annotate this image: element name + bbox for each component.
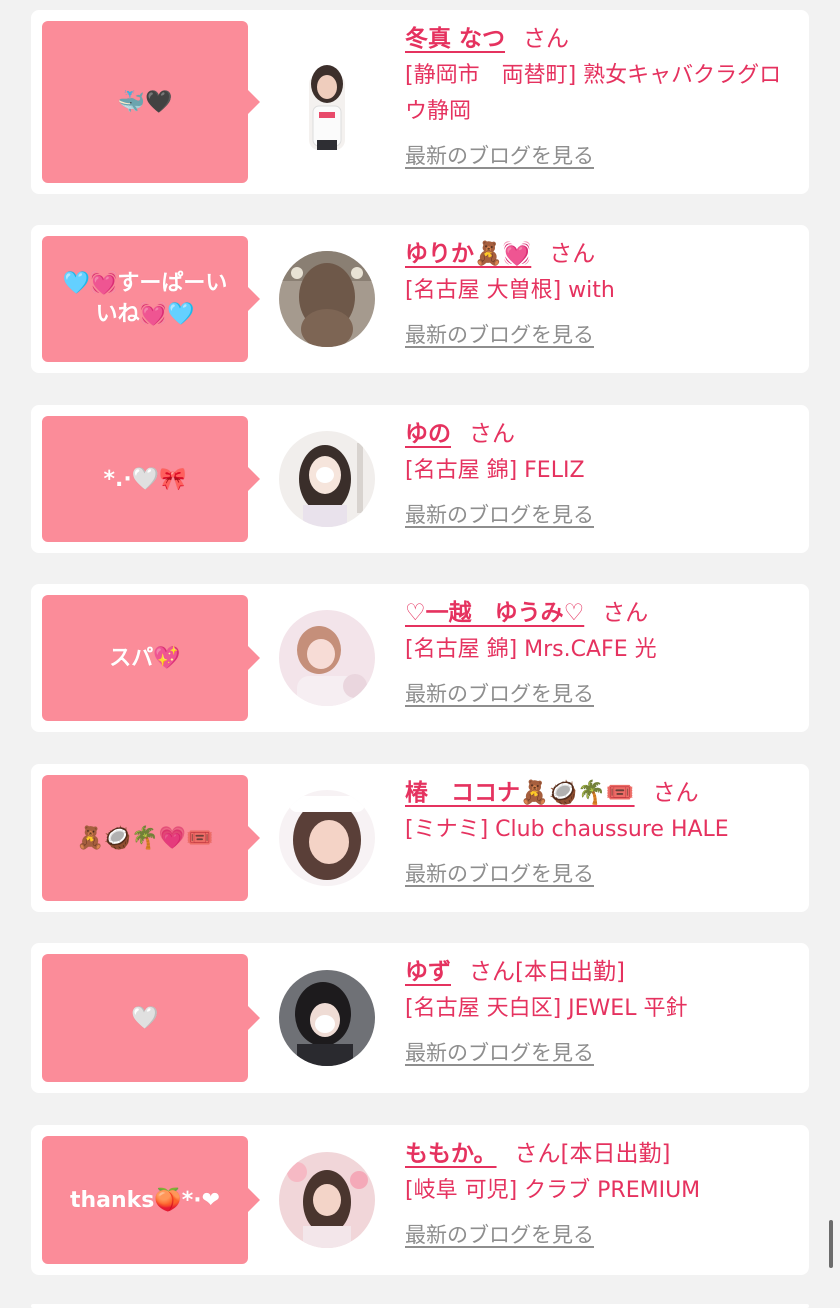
avatar-photo	[279, 790, 375, 886]
honorific: さん[本日出勤]	[469, 959, 625, 985]
honorific: さん	[549, 241, 596, 267]
avatar-photo	[279, 54, 375, 150]
entry-info: ももか。 さん[本日出勤] [岐阜 可児] クラブ PREMIUM 最新のブログを…	[405, 1139, 797, 1249]
name-row: 冬真 なつ さん	[405, 24, 797, 54]
list-item: スパ💖 ♡一越 ゆうみ♡ さん [名古屋 錦] Mrs.CAFE 光 最新のブログ…	[31, 584, 809, 732]
avatar-photo	[279, 1152, 375, 1248]
shop-info: [名古屋 天白区] JEWEL 平針	[405, 996, 688, 1021]
scrollbar[interactable]	[829, 1220, 833, 1268]
comment-text: thanks🍑*·❤	[69, 1187, 221, 1213]
entry-info: ゆの さん [名古屋 錦] FELIZ 最新のブログを見る	[405, 419, 797, 529]
avatar-photo	[279, 610, 375, 706]
avatar-photo	[279, 431, 375, 527]
comment-text: スパ💖	[109, 645, 181, 671]
shop-info: [岐阜 可児] クラブ PREMIUM	[405, 1178, 701, 1203]
comment-bubble: thanks🍑*·❤	[42, 1136, 260, 1264]
latest-blog-link[interactable]: 最新のブログを見る	[405, 1037, 594, 1067]
honorific: さん	[523, 26, 570, 52]
shop-info: [名古屋 大曽根] with	[405, 278, 615, 303]
entry-info: 冬真 なつ さん [静岡市 両替町] 熟女キャバクラグロウ静岡 最新のブログを見る	[405, 24, 797, 170]
list-item: 🩵💓すーぱーいいね💓🩵 ゆりか🧸💓 さん [名古屋 大曽根] with 最新のブロ…	[31, 225, 809, 373]
honorific: さん[本日出勤]	[514, 1141, 671, 1167]
cast-name-link[interactable]: ももか。	[405, 1141, 497, 1167]
comment-bubble: 🤍	[42, 954, 260, 1082]
cast-name-link[interactable]: 椿 ココナ🧸🥥🌴🎟️	[405, 780, 635, 806]
latest-blog-link[interactable]: 最新のブログを見る	[405, 499, 594, 529]
list-item: 🐳🖤 冬真 なつ さん [静岡市 両替町] 熟女キャバクラグロウ静岡 最新のブログ…	[31, 10, 809, 194]
avatar-photo	[279, 251, 375, 347]
latest-blog-link[interactable]: 最新のブログを見る	[405, 140, 594, 170]
entry-info: 椿 ココナ🧸🥥🌴🎟️ さん [ミナミ] Club chaussure HALE 最…	[405, 778, 797, 888]
latest-blog-link[interactable]: 最新のブログを見る	[405, 1219, 594, 1249]
avatar[interactable]	[279, 251, 375, 347]
avatar[interactable]	[279, 54, 375, 150]
avatar[interactable]	[279, 610, 375, 706]
list-item: 🧸🥥🌴💗🎟️ 椿 ココナ🧸🥥🌴🎟️ さん [ミナミ] Club chaussure…	[31, 764, 809, 912]
honorific: さん	[602, 600, 649, 626]
latest-blog-link[interactable]: 最新のブログを見る	[405, 678, 594, 708]
comment-bubble: *.·🤍🎀	[42, 416, 260, 542]
avatar[interactable]	[279, 431, 375, 527]
entry-info: ゆず さん[本日出勤] [名古屋 天白区] JEWEL 平針 最新のブログを見る	[405, 957, 797, 1067]
name-row: 椿 ココナ🧸🥥🌴🎟️ さん	[405, 778, 797, 808]
cast-name-link[interactable]: ゆの	[405, 421, 451, 447]
comment-bubble: 🐳🖤	[42, 21, 260, 183]
comment-bubble: 🧸🥥🌴💗🎟️	[42, 775, 260, 901]
cast-name-link[interactable]: ♡一越 ゆうみ♡	[405, 600, 584, 626]
avatar[interactable]	[279, 790, 375, 886]
shop-info: [ミナミ] Club chaussure HALE	[405, 817, 729, 842]
list-item-partial	[31, 1304, 809, 1308]
avatar[interactable]	[279, 1152, 375, 1248]
latest-blog-link[interactable]: 最新のブログを見る	[405, 858, 594, 888]
latest-blog-link[interactable]: 最新のブログを見る	[405, 319, 594, 349]
list-item: thanks🍑*·❤ ももか。 さん[本日出勤] [岐阜 可児] クラブ PREM…	[31, 1125, 809, 1275]
comment-text: 🩵💓すーぱーいいね💓🩵	[62, 271, 228, 327]
list-item: 🤍 ゆず さん[本日出勤] [名古屋 天白区] JEWEL 平針 最新のブログを見…	[31, 943, 809, 1093]
cast-name-link[interactable]: ゆりか🧸💓	[405, 241, 531, 267]
comment-bubble: スパ💖	[42, 595, 260, 721]
entry-info: ゆりか🧸💓 さん [名古屋 大曽根] with 最新のブログを見る	[405, 239, 797, 349]
name-row: ♡一越 ゆうみ♡ さん	[405, 598, 797, 628]
comment-text: 🐳🖤	[117, 89, 173, 115]
honorific: さん	[469, 421, 515, 447]
name-row: ゆの さん	[405, 419, 797, 449]
name-row: ゆず さん[本日出勤]	[405, 957, 797, 987]
comment-bubble: 🩵💓すーぱーいいね💓🩵	[42, 236, 260, 362]
shop-info: [名古屋 錦] Mrs.CAFE 光	[405, 637, 657, 662]
blog-like-list: 🐳🖤 冬真 なつ さん [静岡市 両替町] 熟女キャバクラグロウ静岡 最新のブログ…	[0, 0, 840, 1308]
comment-text: 🧸🥥🌴💗🎟️	[76, 825, 214, 851]
shop-info: [名古屋 錦] FELIZ	[405, 458, 585, 483]
avatar-photo	[279, 970, 375, 1066]
cast-name-link[interactable]: ゆず	[405, 959, 451, 985]
comment-text: 🤍	[131, 1005, 159, 1031]
name-row: ゆりか🧸💓 さん	[405, 239, 797, 269]
comment-text: *.·🤍🎀	[103, 466, 187, 492]
shop-info: [静岡市 両替町] 熟女キャバクラグロウ静岡	[405, 63, 782, 124]
name-row: ももか。 さん[本日出勤]	[405, 1139, 797, 1169]
avatar[interactable]	[279, 970, 375, 1066]
cast-name-link[interactable]: 冬真 なつ	[405, 26, 505, 52]
entry-info: ♡一越 ゆうみ♡ さん [名古屋 錦] Mrs.CAFE 光 最新のブログを見る	[405, 598, 797, 708]
list-item: *.·🤍🎀 ゆの さん [名古屋 錦] FELIZ 最新のブログを見る	[31, 405, 809, 553]
honorific: さん	[652, 780, 699, 806]
